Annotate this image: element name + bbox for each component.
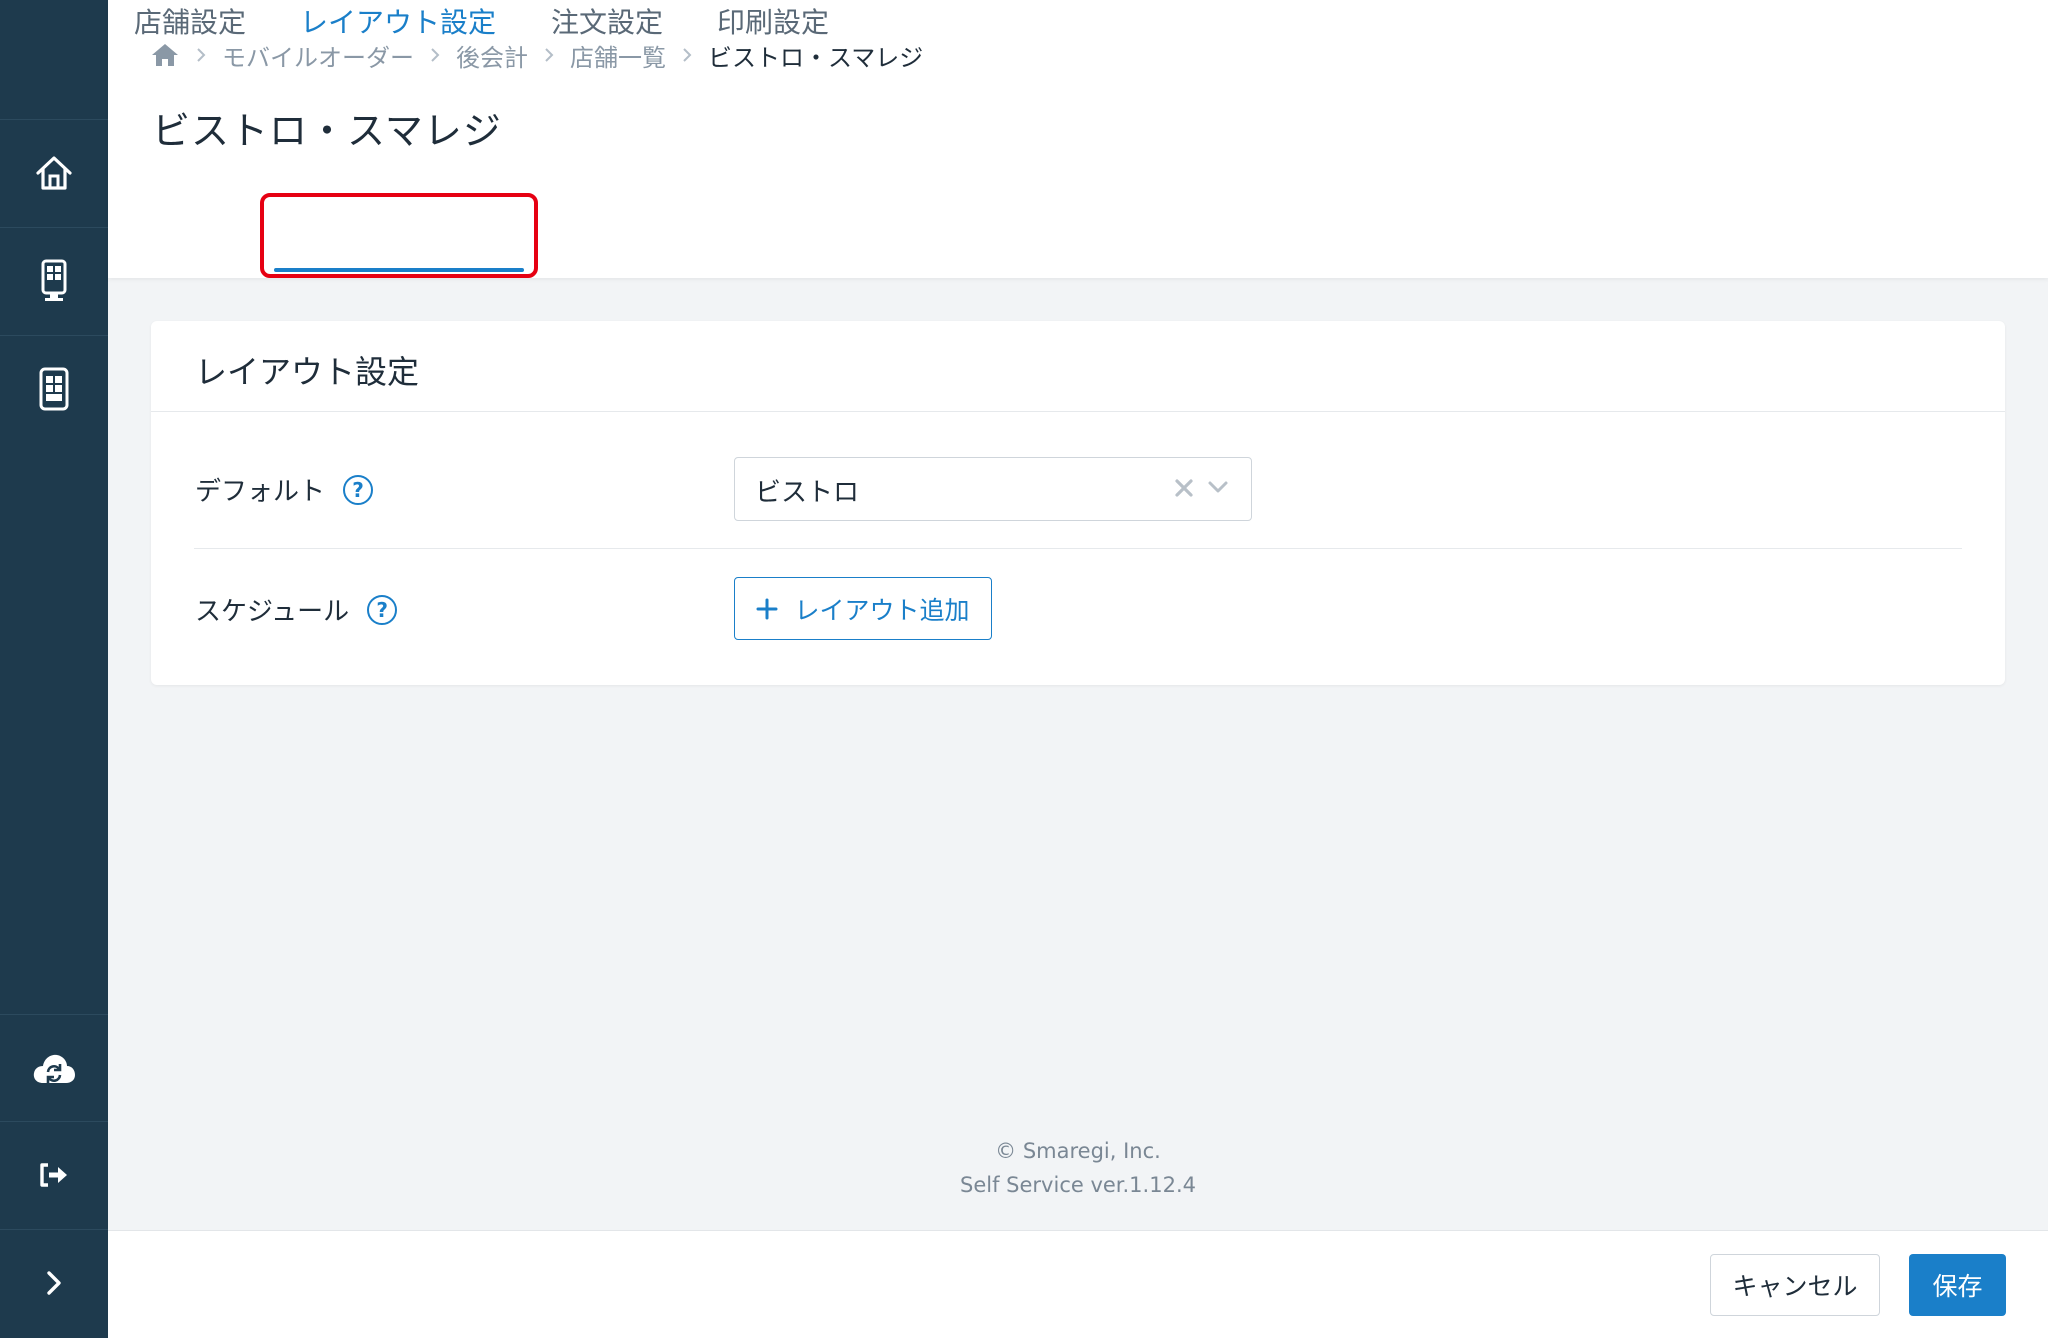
add-layout-label: レイアウト追加 — [794, 595, 970, 625]
tab-print-settings[interactable]: 印刷設定 — [717, 0, 829, 56]
default-label-row: デフォルト ? — [195, 471, 374, 508]
action-bar: キャンセル 保存 — [108, 1230, 2048, 1338]
chevron-right-icon — [681, 46, 693, 64]
chevron-down-icon[interactable] — [1207, 479, 1229, 499]
sidebar — [0, 0, 108, 1338]
tablet-icon — [39, 367, 69, 411]
help-icon[interactable]: ? — [343, 474, 374, 505]
cancel-button[interactable]: キャンセル — [1710, 1254, 1880, 1316]
add-layout-button[interactable]: レイアウト追加 — [734, 577, 992, 640]
save-button[interactable]: 保存 — [1909, 1254, 2006, 1316]
tab-store-settings[interactable]: 店舗設定 — [134, 0, 246, 56]
logout-icon — [40, 1163, 67, 1187]
card-title: レイアウト設定 — [195, 353, 420, 391]
home-icon — [36, 156, 72, 190]
schedule-label: スケジュール — [195, 597, 350, 627]
layout-settings-card: レイアウト設定 デフォルト ? ビストロ スケジュール ? レイアウト追加 — [151, 321, 2005, 685]
footer-info: © Smaregi, Inc. Self Service ver.1.12.4 — [108, 1134, 2048, 1202]
default-layout-select[interactable]: ビストロ — [734, 457, 1252, 521]
copyright-text: © Smaregi, Inc. — [995, 1139, 1161, 1163]
sidebar-item-tablet[interactable] — [0, 335, 108, 442]
highlight-annotation — [260, 193, 538, 278]
default-label: デフォルト — [195, 477, 326, 507]
row-divider — [194, 548, 1962, 549]
tab-order-settings[interactable]: 注文設定 — [551, 0, 663, 56]
sidebar-expand[interactable] — [0, 1229, 108, 1336]
plus-icon — [756, 598, 778, 620]
page-title: ビストロ・スマレジ — [152, 109, 502, 153]
sidebar-item-home[interactable] — [0, 119, 108, 226]
help-icon[interactable]: ? — [367, 594, 398, 625]
sidebar-item-kiosk[interactable] — [0, 227, 108, 334]
cloud-sync-icon — [33, 1054, 75, 1083]
clear-icon[interactable] — [1173, 477, 1195, 503]
sidebar-item-sync[interactable] — [0, 1014, 108, 1121]
chevron-right-icon — [47, 1271, 61, 1295]
kiosk-icon — [41, 259, 67, 301]
sidebar-item-logout[interactable] — [0, 1121, 108, 1228]
tab-layout-settings[interactable]: レイアウト設定 — [300, 0, 496, 56]
default-layout-value: ビストロ — [755, 478, 860, 508]
version-text: Self Service ver.1.12.4 — [960, 1173, 1196, 1197]
card-divider — [151, 411, 2005, 412]
schedule-label-row: スケジュール ? — [195, 591, 398, 628]
